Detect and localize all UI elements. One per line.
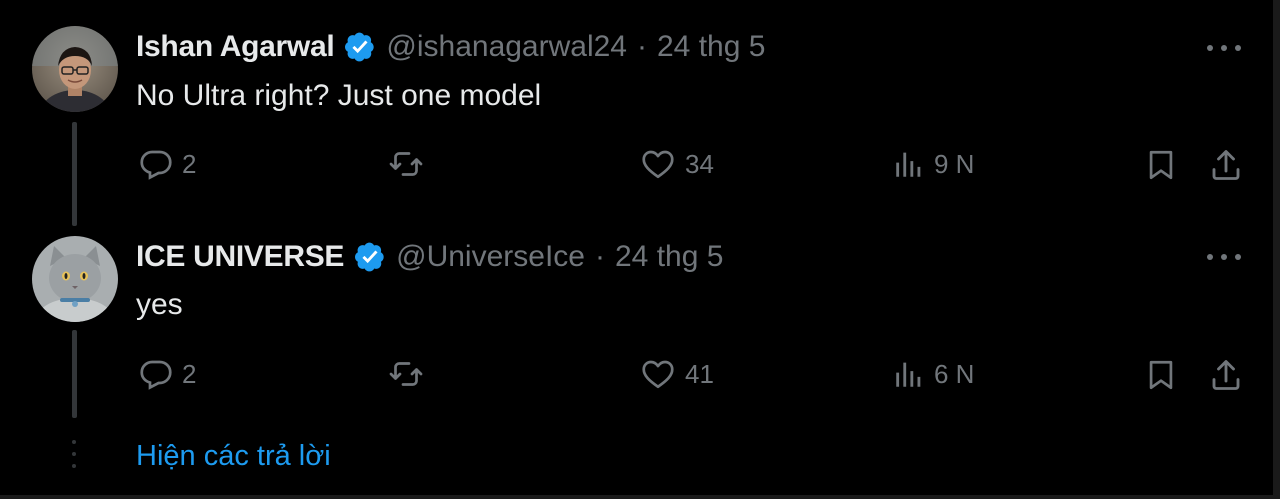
tweet-date[interactable]: 24 thg 5 (657, 30, 765, 64)
bookmark-icon (1149, 360, 1173, 390)
share-button[interactable] (1208, 356, 1244, 394)
share-button[interactable] (1208, 146, 1244, 184)
reply-icon (140, 150, 172, 180)
like-count: 41 (685, 358, 714, 389)
author-name[interactable]: Ishan Agarwal (136, 30, 335, 64)
retweet-icon (389, 362, 423, 386)
author-name[interactable]: ICE UNIVERSE (136, 240, 344, 274)
window-edge-right (1273, 0, 1280, 499)
retweet-icon (389, 152, 423, 176)
avatar-ice-universe[interactable] (32, 236, 118, 322)
bookmark-icon (1149, 150, 1173, 180)
views-icon (896, 152, 921, 177)
like-button[interactable]: 41 (639, 356, 714, 392)
separator-dot: · (594, 240, 605, 273)
verified-badge-icon (355, 242, 384, 272)
thread-dots (72, 440, 77, 476)
like-icon (642, 150, 674, 179)
reply-button[interactable]: 2 (138, 146, 196, 182)
thread-line (72, 330, 77, 418)
author-handle[interactable]: @ishanagarwal24 (386, 30, 627, 64)
views-button[interactable]: 6 N (892, 356, 974, 392)
bookmark-button[interactable] (1144, 146, 1178, 184)
thread-line (72, 122, 77, 226)
like-button[interactable]: 34 (639, 146, 714, 182)
views-icon (896, 362, 921, 387)
tweet-text: No Ultra right? Just one model (136, 79, 542, 112)
share-icon (1212, 360, 1240, 390)
tweet-header: ICE UNIVERSE @UniverseIce · 24 thg 5 (136, 237, 723, 277)
views-count: 9 N (934, 148, 975, 179)
avatar-ice-universe-image (32, 236, 118, 322)
more-icon[interactable] (1207, 38, 1241, 58)
reply-count: 2 (182, 358, 197, 389)
reply-icon (140, 360, 172, 390)
avatar-ishan-image (32, 26, 118, 112)
tweet-text: yes (136, 288, 183, 321)
reply-button[interactable]: 2 (138, 356, 196, 392)
more-icon[interactable] (1207, 247, 1241, 267)
separator-dot: · (637, 30, 647, 63)
views-button[interactable]: 9 N (892, 146, 974, 182)
like-icon (642, 360, 674, 389)
tweet-header: Ishan Agarwal @ishanagarwal24 · 24 thg 5 (136, 27, 765, 67)
author-handle[interactable]: @UniverseIce (396, 240, 585, 274)
avatar-ishan[interactable] (32, 26, 118, 112)
show-replies-link[interactable]: Hiện các trả lời (136, 440, 331, 473)
verified-badge-icon (345, 32, 375, 62)
window-edge-bottom (0, 495, 1280, 499)
retweet-button[interactable] (386, 356, 426, 392)
share-icon (1212, 150, 1240, 180)
retweet-button[interactable] (386, 146, 426, 182)
views-count: 6 N (934, 358, 975, 389)
like-count: 34 (685, 148, 714, 179)
bookmark-button[interactable] (1144, 356, 1178, 394)
reply-count: 2 (182, 148, 197, 179)
tweet-date[interactable]: 24 thg 5 (615, 240, 723, 274)
